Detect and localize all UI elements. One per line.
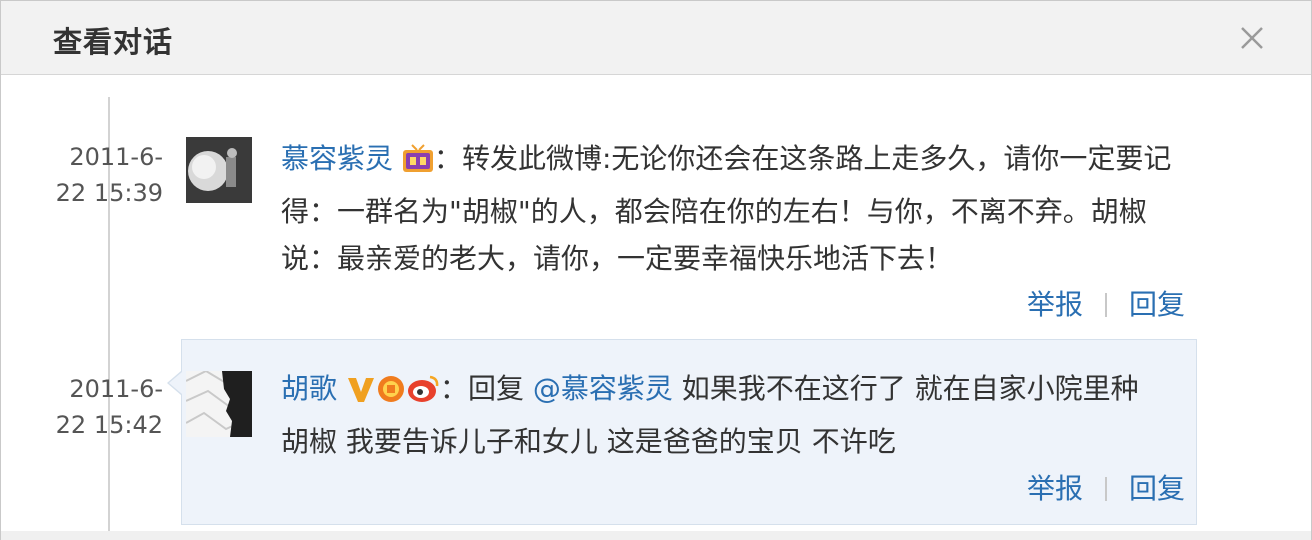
- dialog-title: 查看对话: [53, 25, 174, 59]
- username-link[interactable]: 慕容紫灵: [281, 142, 393, 175]
- colon: ：: [433, 142, 462, 175]
- user-avatar-icon: [186, 371, 252, 437]
- post-text-line2: 胡椒 我要告诉儿子和女儿 这是爸爸的宝贝 不许吃: [281, 425, 896, 458]
- reply-link[interactable]: 回复: [1129, 288, 1185, 321]
- post-time: 22 15:42: [55, 411, 163, 439]
- post-text-line3: 说：最亲爱的老大，请你，一定要幸福快乐地活下去！: [281, 242, 954, 275]
- post-date: 2011-6-: [69, 143, 163, 171]
- post-actions: 举报 回复: [1027, 471, 1185, 507]
- close-icon[interactable]: [1235, 21, 1269, 55]
- verified-v-icon[interactable]: [346, 371, 376, 418]
- tv-badge-icon[interactable]: [402, 141, 434, 188]
- post-timestamp: 2011-6- 22 15:42: [33, 371, 163, 443]
- post-time: 22 15:39: [55, 179, 163, 207]
- report-link[interactable]: 举报: [1027, 472, 1083, 505]
- divider: [1105, 477, 1108, 501]
- user-avatar-icon: [186, 137, 252, 203]
- medal-badge-icon[interactable]: [376, 371, 406, 418]
- mention-link[interactable]: @慕容紫灵: [533, 372, 673, 405]
- reply-link[interactable]: 回复: [1129, 472, 1185, 505]
- reply-prefix: 回复: [467, 372, 533, 405]
- dialog-titlebar: 查看对话: [1, 1, 1311, 75]
- post-date: 2011-6-: [69, 375, 163, 403]
- post-text-line1: 转发此微博:无论你还会在这条路上走多久，请你一定要记: [461, 142, 1172, 175]
- post-text: 慕容紫灵 ：转发此微博:无论你还会在这条路上走多久，请你一定要记 得：一群名为"…: [281, 135, 1201, 282]
- divider: [1105, 293, 1108, 317]
- post-text-line2: 得：一群名为"胡椒"的人，都会陪在你的左右！与你，不离不弃。胡椒: [281, 195, 1147, 228]
- report-link[interactable]: 举报: [1027, 288, 1083, 321]
- weibo-badge-icon[interactable]: [406, 371, 440, 418]
- post-text-line1: 如果我不在这行了 就在自家小院里种: [672, 372, 1139, 405]
- conversation-dialog: 查看对话 2011-6- 22 15:39 慕容紫灵 ：转发此微博:无论你还会在…: [0, 0, 1312, 540]
- avatar[interactable]: [186, 137, 252, 203]
- colon: ：: [439, 372, 468, 405]
- username-link[interactable]: 胡歌: [281, 372, 337, 405]
- avatar[interactable]: [186, 371, 252, 437]
- post-text: 胡歌 ：回复 @慕容紫灵 如果我不在这行了 就在自家小院里种 胡椒 我要告诉儿子…: [281, 365, 1191, 465]
- post-timestamp: 2011-6- 22 15:39: [33, 139, 163, 211]
- post-actions: 举报 回复: [1027, 287, 1185, 323]
